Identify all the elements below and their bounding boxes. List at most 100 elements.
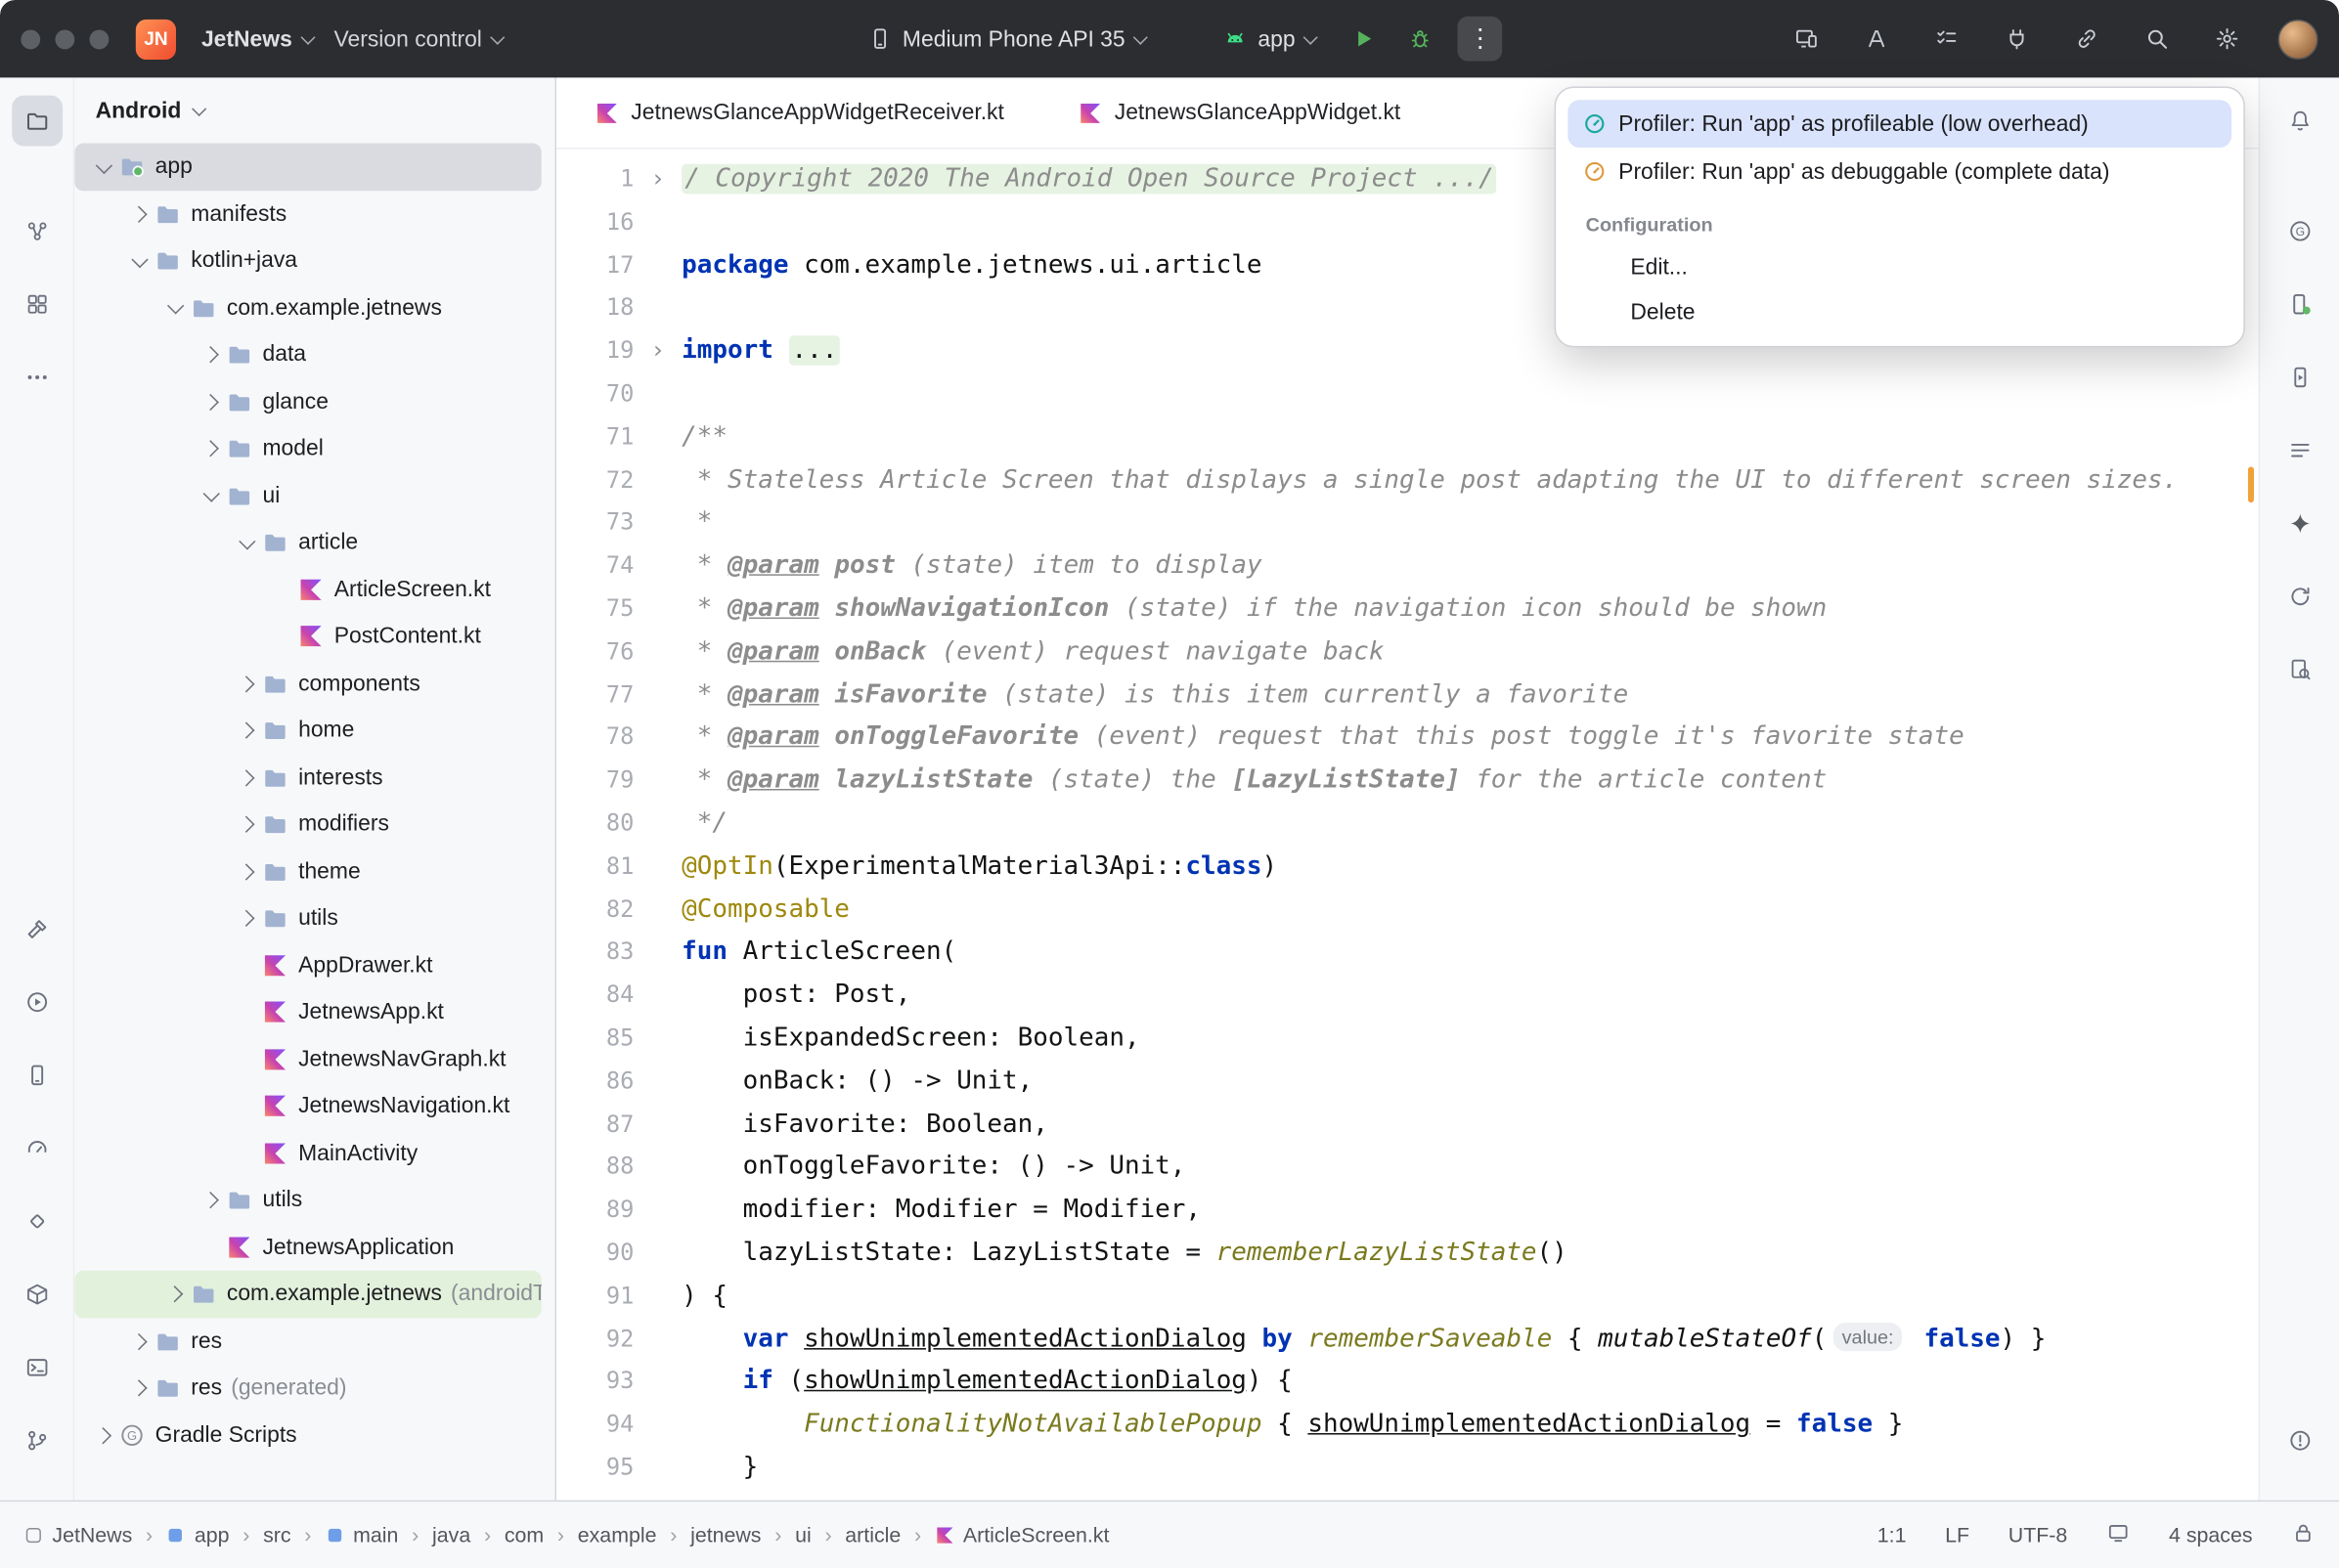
gradle-tool-tool-button[interactable]: G bbox=[2274, 206, 2325, 257]
tree-item-jetnewsapplication[interactable]: JetnewsApplication bbox=[74, 1224, 541, 1271]
more-tool-button[interactable] bbox=[11, 352, 62, 403]
chevron-right-icon[interactable] bbox=[197, 339, 227, 370]
tree-item-com-example-jetnews-androidtest[interactable]: com.example.jetnews(androidTest) bbox=[74, 1271, 541, 1318]
crumb-java[interactable]: java bbox=[432, 1523, 470, 1546]
tree-item-articlescreen-kt[interactable]: ArticleScreen.kt bbox=[74, 566, 541, 613]
problems-tool-button[interactable] bbox=[2274, 1415, 2325, 1465]
task-list-button[interactable] bbox=[1927, 20, 1966, 59]
popup-action-delete[interactable]: Delete bbox=[1567, 289, 2231, 334]
tree-item-utils[interactable]: utils bbox=[74, 894, 541, 941]
status-1-1[interactable]: 1:1 bbox=[1877, 1523, 1907, 1546]
chevron-down-icon[interactable] bbox=[90, 152, 120, 182]
tree-item-appdrawer-kt[interactable]: AppDrawer.kt bbox=[74, 941, 541, 988]
tree-item-jetnewsapp-kt[interactable]: JetnewsApp.kt bbox=[74, 988, 541, 1035]
app-quality-insights-tool-button[interactable] bbox=[2274, 644, 2325, 695]
crumb-article[interactable]: article bbox=[845, 1523, 901, 1546]
app-inspection-tool-button[interactable] bbox=[11, 1196, 62, 1246]
popup-action-edit[interactable]: Edit... bbox=[1567, 244, 2231, 289]
settings-button[interactable] bbox=[2208, 20, 2247, 59]
user-avatar[interactable] bbox=[2277, 19, 2317, 59]
tree-item-jetnewsnavgraph-kt[interactable]: JetnewsNavGraph.kt bbox=[74, 1035, 541, 1082]
device-selector[interactable]: Medium Phone API 35 bbox=[858, 19, 1157, 59]
tree-item-res-generated[interactable]: res(generated) bbox=[74, 1365, 541, 1412]
chevron-right-icon[interactable] bbox=[197, 386, 227, 416]
crumb-articlescreen-kt[interactable]: ArticleScreen.kt bbox=[935, 1523, 1110, 1546]
device-mirroring-button[interactable] bbox=[1787, 20, 1827, 59]
tree-item-mainactivity[interactable]: MainActivity bbox=[74, 1130, 541, 1177]
minimize-window-button[interactable] bbox=[55, 29, 74, 49]
tree-item-components[interactable]: components bbox=[74, 660, 541, 707]
structure-tool-button[interactable] bbox=[11, 206, 62, 257]
chevron-right-icon[interactable] bbox=[233, 809, 263, 840]
tree-item-com-example-jetnews[interactable]: com.example.jetnews bbox=[74, 284, 541, 331]
zoom-window-button[interactable] bbox=[90, 29, 110, 49]
link-button[interactable] bbox=[2067, 20, 2106, 59]
crumb-ui[interactable]: ui bbox=[795, 1523, 812, 1546]
run-button[interactable] bbox=[1345, 20, 1384, 59]
chevron-right-icon[interactable] bbox=[233, 716, 263, 746]
lock-status-button[interactable] bbox=[2291, 1520, 2315, 1548]
chevron-right-icon[interactable] bbox=[197, 434, 227, 464]
tree-item-home[interactable]: home bbox=[74, 707, 541, 754]
tree-item-res[interactable]: res bbox=[74, 1318, 541, 1365]
tree-item-app[interactable]: app bbox=[74, 143, 541, 190]
status-4-spaces[interactable]: 4 spaces bbox=[2169, 1523, 2253, 1546]
crumb-com[interactable]: com bbox=[505, 1523, 544, 1546]
popup-item-profiler-run-app-as-debuggable-compl[interactable]: Profiler: Run 'app' as debuggable (compl… bbox=[1567, 148, 2231, 196]
tree-item-data[interactable]: data bbox=[74, 331, 541, 378]
chevron-right-icon[interactable] bbox=[197, 1185, 227, 1215]
crumb-example[interactable]: example bbox=[578, 1523, 657, 1546]
close-window-button[interactable] bbox=[21, 29, 40, 49]
status-utf-8[interactable]: UTF-8 bbox=[2008, 1523, 2068, 1546]
project-view-selector[interactable]: Android bbox=[74, 77, 554, 143]
chevron-right-icon[interactable] bbox=[125, 1327, 155, 1357]
build-tool-button[interactable] bbox=[11, 903, 62, 954]
chevron-down-icon[interactable] bbox=[125, 245, 155, 276]
chevron-right-icon[interactable] bbox=[125, 1373, 155, 1404]
tree-item-manifests[interactable]: manifests bbox=[74, 191, 541, 238]
tree-item-glance[interactable]: glance bbox=[74, 378, 541, 425]
device-tool-button[interactable] bbox=[11, 1049, 62, 1100]
crumb-jetnews[interactable]: jetnews bbox=[690, 1523, 761, 1546]
tree-item-utils[interactable]: utils bbox=[74, 1177, 541, 1224]
crumb-jetnews[interactable]: JetNews bbox=[23, 1523, 132, 1546]
tree-item-theme[interactable]: theme bbox=[74, 848, 541, 894]
notifications-tool-button[interactable] bbox=[2274, 96, 2325, 147]
vcs-menu[interactable]: Version control bbox=[324, 19, 513, 59]
plugin-button[interactable] bbox=[1998, 20, 2037, 59]
version-control-tool-button[interactable] bbox=[11, 1415, 62, 1465]
tree-item-modifiers[interactable]: modifiers bbox=[74, 801, 541, 848]
chevron-right-icon[interactable] bbox=[233, 856, 263, 887]
chevron-down-icon[interactable] bbox=[197, 481, 227, 511]
running-devices-tool-button[interactable] bbox=[2274, 352, 2325, 403]
chevron-right-icon[interactable] bbox=[233, 903, 263, 934]
crumb-main[interactable]: main bbox=[325, 1523, 398, 1546]
resource-manager-tool-button[interactable] bbox=[11, 279, 62, 329]
search-button[interactable] bbox=[2138, 20, 2177, 59]
run-configuration-selector[interactable]: app bbox=[1214, 19, 1327, 59]
crumb-app[interactable]: app bbox=[166, 1523, 230, 1546]
status-lf[interactable]: LF bbox=[1945, 1523, 1969, 1546]
tree-item-gradle-scripts[interactable]: GGradle Scripts bbox=[74, 1412, 541, 1459]
run-tool-button[interactable] bbox=[11, 977, 62, 1027]
tree-item-ui[interactable]: ui bbox=[74, 472, 541, 519]
error-stripe-mark[interactable] bbox=[2248, 466, 2254, 502]
debug-button[interactable] bbox=[1401, 20, 1440, 59]
more-run-options-button[interactable]: ⋮ bbox=[1458, 17, 1503, 62]
chevron-right-icon[interactable] bbox=[125, 198, 155, 229]
tree-item-model[interactable]: model bbox=[74, 425, 541, 472]
project-folder-tool-button[interactable] bbox=[11, 96, 62, 147]
profiler-tool-button[interactable] bbox=[11, 1122, 62, 1173]
chevron-down-icon[interactable] bbox=[233, 528, 263, 558]
fold-arrow-icon[interactable]: › bbox=[634, 329, 682, 372]
editor-tab-jetnewsglanceappwidgetreceiver-kt[interactable]: JetnewsGlanceAppWidgetReceiver.kt bbox=[596, 100, 1004, 125]
chevron-right-icon[interactable] bbox=[90, 1420, 120, 1451]
device-manager-tool-button[interactable] bbox=[2274, 279, 2325, 329]
tree-item-jetnewsnavigation-kt[interactable]: JetnewsNavigation.kt bbox=[74, 1083, 541, 1130]
chevron-right-icon[interactable] bbox=[233, 669, 263, 699]
annotate-button[interactable] bbox=[1857, 20, 1896, 59]
chevron-right-icon[interactable] bbox=[161, 1280, 192, 1310]
popup-item-profiler-run-app-as-profileable-low[interactable]: Profiler: Run 'app' as profileable (low … bbox=[1567, 100, 2231, 148]
crumb-src[interactable]: src bbox=[263, 1523, 290, 1546]
editor-tab-jetnewsglanceappwidget-kt[interactable]: JetnewsGlanceAppWidget.kt bbox=[1079, 100, 1400, 125]
